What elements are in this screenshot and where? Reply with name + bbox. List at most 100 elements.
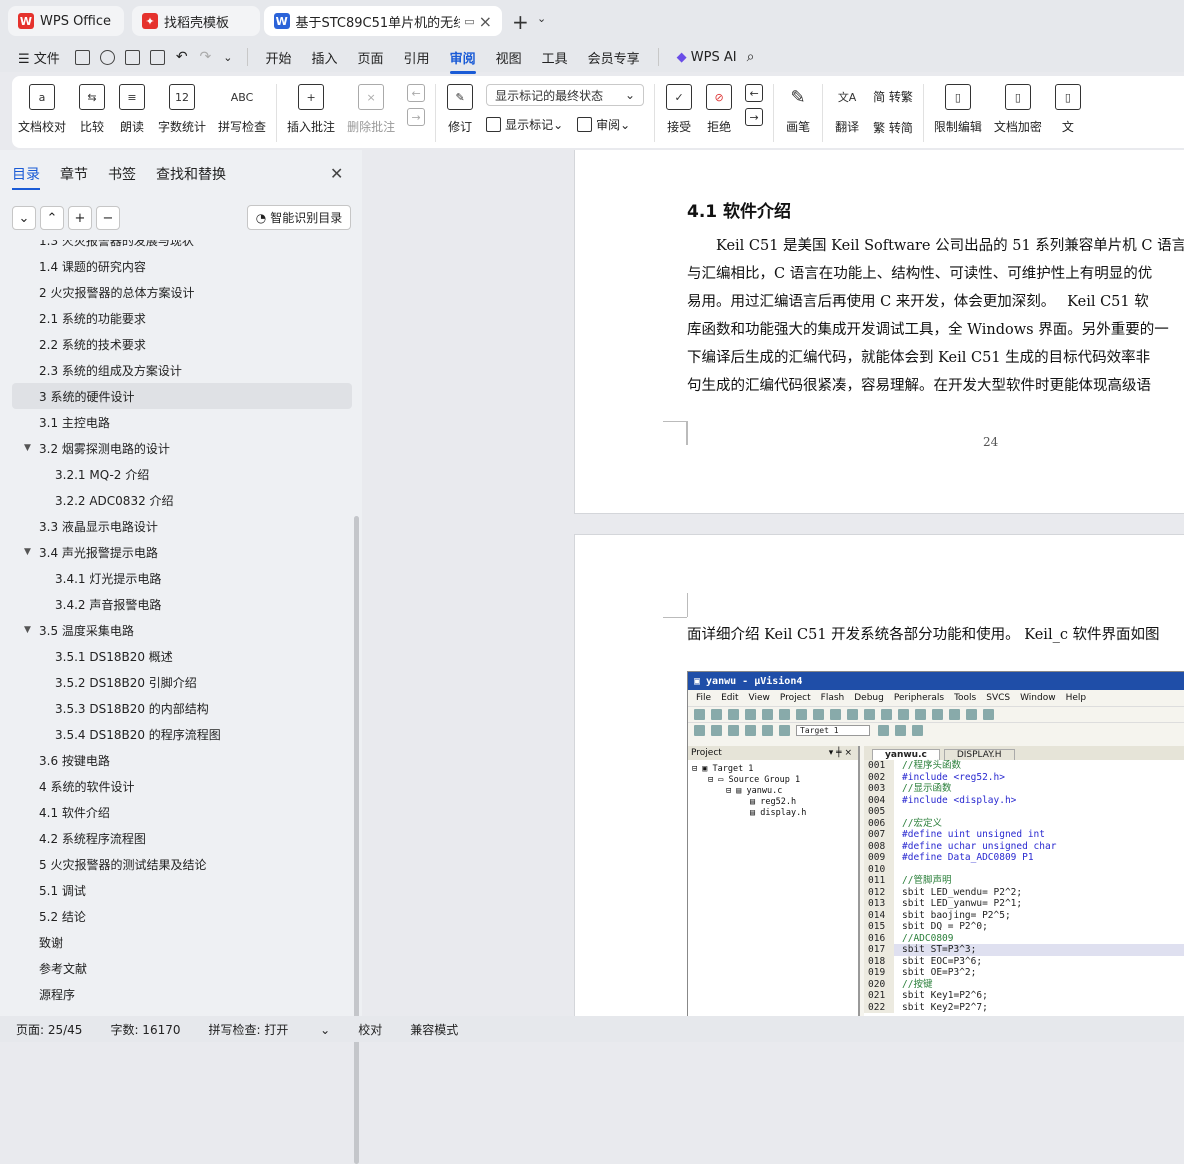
toc-item[interactable]: ▼ 3.2 烟雾探测电路的设计 (12, 435, 352, 461)
word-count-button[interactable]: 12 字数统计 (152, 84, 212, 135)
spell-check-indicator[interactable]: 拼写检查: 打开 ⌄ (209, 1021, 331, 1038)
toc-item[interactable]: 3 系统的硬件设计 (12, 383, 352, 409)
expand-triangle-icon[interactable]: ▼ (24, 547, 31, 557)
delete-comment-button[interactable]: × 删除批注 (341, 84, 401, 135)
more-ribbon-button[interactable]: ▯ 文 (1048, 84, 1088, 135)
toc-item[interactable]: 3.6 按键电路 (12, 747, 352, 773)
word-count-indicator[interactable]: 字数: 16170 (110, 1021, 180, 1038)
nav-tab-chapters[interactable]: 章节 (60, 164, 88, 184)
toc-item[interactable]: 2.2 系统的技术要求 (12, 331, 352, 357)
toc-item[interactable]: 3.5.3 DS18B20 的内部结构 (12, 695, 352, 721)
restrict-edit-button[interactable]: ▯ 限制编辑 (928, 84, 988, 135)
toc-item[interactable]: 3.4.2 声音报警电路 (12, 591, 352, 617)
search-icon[interactable]: ⌕ (747, 49, 755, 65)
smart-toc-button[interactable]: ◔ 智能识别目录 (247, 205, 351, 230)
add-heading-button[interactable]: + (68, 206, 92, 230)
toc-item[interactable]: 5.2 结论 (12, 903, 352, 929)
pen-button[interactable]: ✎ 画笔 (778, 84, 818, 135)
toc-item[interactable]: 5.1 调试 (12, 877, 352, 903)
close-tab-icon[interactable]: × (479, 12, 492, 31)
toc-item[interactable]: 3.2.2 ADC0832 介绍 (12, 487, 352, 513)
nav-tab-toc[interactable]: 目录 (12, 164, 40, 190)
tab-label: 找稻壳模板 (164, 15, 230, 31)
toc-item[interactable]: 2.3 系统的组成及方案设计 (12, 357, 352, 383)
toc-item[interactable]: 3.5.4 DS18B20 的程序流程图 (12, 721, 352, 747)
more-icon[interactable]: ⌄ (223, 51, 232, 64)
to-simplified-button[interactable]: 繁 转简 (873, 119, 913, 136)
compare-button[interactable]: ⇆ 比较 (72, 84, 112, 135)
page-indicator[interactable]: 页面: 25/45 (16, 1021, 82, 1038)
toc-scrollbar[interactable] (354, 516, 359, 1164)
divider (276, 84, 278, 142)
toc-item[interactable]: 3.2.1 MQ-2 介绍 (12, 461, 352, 487)
save-icon[interactable] (74, 49, 90, 65)
translate-button[interactable]: 文A 翻译 (827, 84, 867, 135)
toc-item[interactable]: 1.3 火灾报警器的发展与现状 (12, 240, 352, 253)
comment-nav-button[interactable]: ← → (401, 84, 431, 126)
remove-heading-button[interactable]: − (96, 206, 120, 230)
toc-item[interactable]: 3.5.2 DS18B20 引脚介绍 (12, 669, 352, 695)
toc-item[interactable]: 3.5.1 DS18B20 概述 (12, 643, 352, 669)
menu-view[interactable]: 视图 (486, 48, 532, 67)
close-icon[interactable]: ✕ (330, 164, 343, 183)
nav-tab-bookmarks[interactable]: 书签 (108, 164, 136, 184)
encrypt-button[interactable]: ▯ 文档加密 (988, 84, 1048, 135)
new-tab-button[interactable]: + (512, 10, 529, 34)
toc-item[interactable]: 3.4.1 灯光提示电路 (12, 565, 352, 591)
toc-item[interactable]: 2.1 系统的功能要求 (12, 305, 352, 331)
show-markup-button[interactable]: 显示标记 ⌄ (486, 116, 563, 133)
change-nav-button[interactable]: ← → (739, 84, 769, 126)
file-menu[interactable]: ☰ 文件 (0, 48, 70, 67)
to-traditional-button[interactable]: 简 转繁 (873, 88, 913, 105)
tab-document[interactable]: W 基于STC89C51单片机的无线多 ▭ × (264, 6, 502, 36)
menu-start[interactable]: 开始 (256, 48, 302, 67)
undo-icon[interactable]: ↶ (176, 49, 188, 65)
wps-ai-button[interactable]: ◆ WPS AI (667, 50, 747, 65)
line-number: 017 (864, 944, 894, 956)
toc-item[interactable]: 3.3 液晶显示电路设计 (12, 513, 352, 539)
menu-page[interactable]: 页面 (348, 48, 394, 67)
toc-item[interactable]: 4.2 系统程序流程图 (12, 825, 352, 851)
toc-item[interactable]: 4.1 软件介绍 (12, 799, 352, 825)
read-aloud-button[interactable]: ≡ 朗读 (112, 84, 152, 135)
revise-button[interactable]: ✎ 修订 (440, 84, 480, 135)
review-pane-button[interactable]: 审阅 ⌄ (577, 116, 630, 133)
toc-item[interactable]: 1.4 课题的研究内容 (12, 253, 352, 279)
toc-item[interactable]: 源程序 (12, 981, 352, 1007)
menu-member[interactable]: 会员专享 (578, 48, 650, 67)
tab-wps-office[interactable]: W WPS Office (8, 6, 124, 36)
print-preview-icon[interactable] (149, 49, 165, 65)
redo-icon[interactable]: ↷ (200, 49, 212, 65)
accept-button[interactable]: ✓ 接受 (659, 84, 699, 135)
toc-item[interactable]: 3.1 主控电路 (12, 409, 352, 435)
tab-daoke-templates[interactable]: ✦ 找稻壳模板 (132, 6, 260, 36)
expand-triangle-icon[interactable]: ▼ (24, 443, 31, 453)
export-icon[interactable] (99, 49, 115, 65)
menu-review[interactable]: 审阅 (440, 48, 486, 74)
toc-item[interactable]: ▼ 3.4 声光报警提示电路 (12, 539, 352, 565)
collapse-all-button[interactable]: ⌄ (12, 206, 36, 230)
toc-item[interactable]: 4 系统的软件设计 (12, 773, 352, 799)
menu-references[interactable]: 引用 (394, 48, 440, 67)
spell-check-button[interactable]: ABC 拼写检查 (212, 84, 272, 135)
toc-item-label: 5.1 调试 (39, 883, 86, 898)
doc-check-button[interactable]: a 文档校对 (12, 84, 72, 135)
nav-tab-find-replace[interactable]: 查找和替换 (156, 164, 226, 184)
menu-tools[interactable]: 工具 (532, 48, 578, 67)
document-canvas: 4.1 软件介绍 Keil C51 是美国 Keil Software 公司出品… (364, 150, 1184, 1016)
toc-item[interactable]: 参考文献 (12, 955, 352, 981)
chevron-down-icon[interactable]: ⌄ (537, 12, 546, 25)
reject-button[interactable]: ⊘ 拒绝 (699, 84, 739, 135)
print-icon[interactable] (124, 49, 140, 65)
markup-select[interactable]: 显示标记的最终状态 ⌄ (486, 84, 645, 106)
expand-up-button[interactable]: ⌃ (40, 206, 64, 230)
menu-insert[interactable]: 插入 (302, 48, 348, 67)
toc-item[interactable]: ▼ 3.5 温度采集电路 (12, 617, 352, 643)
toc-item[interactable]: 2 火灾报警器的总体方案设计 (12, 279, 352, 305)
toc-item[interactable]: 致谢 (12, 929, 352, 955)
toc-item[interactable]: 5 火灾报警器的测试结果及结论 (12, 851, 352, 877)
wps-ai-label: WPS AI (690, 49, 737, 65)
expand-triangle-icon[interactable]: ▼ (24, 625, 31, 635)
proofread-indicator[interactable]: 校对 (358, 1021, 382, 1038)
insert-comment-button[interactable]: + 插入批注 (281, 84, 341, 135)
